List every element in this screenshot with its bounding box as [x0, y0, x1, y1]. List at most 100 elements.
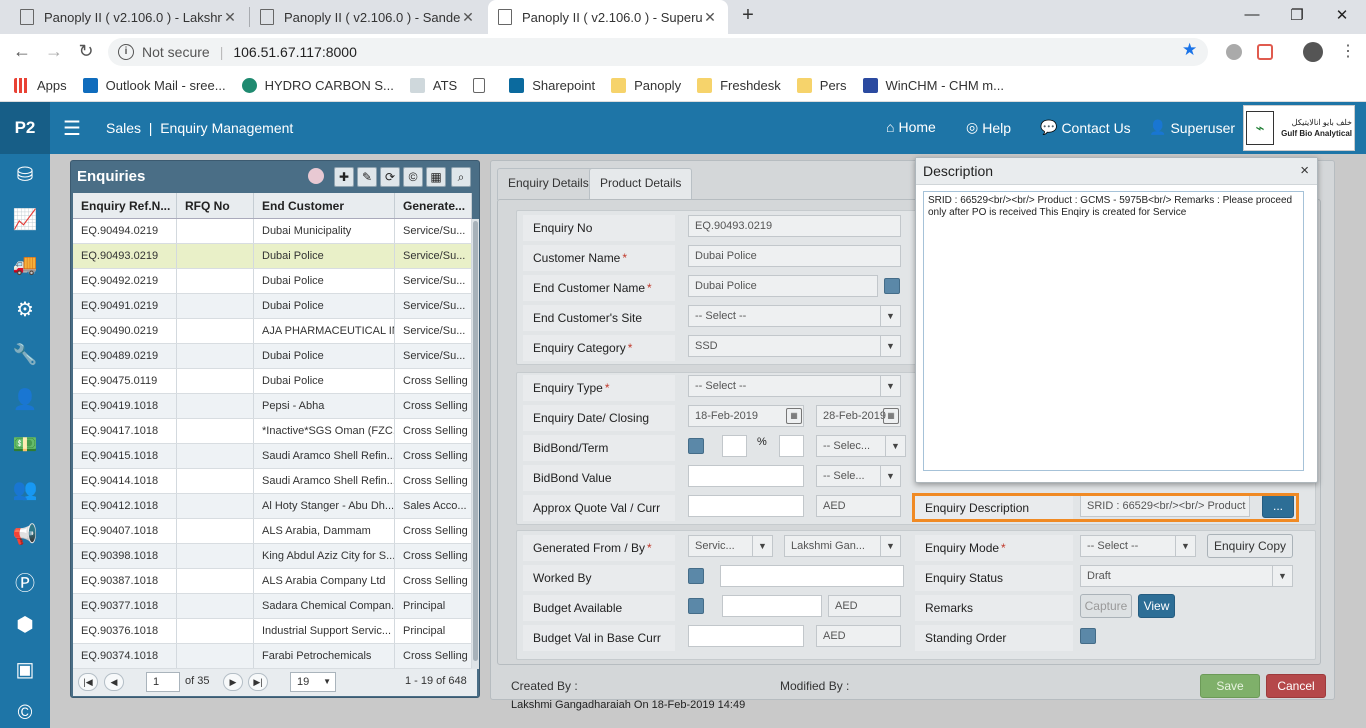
contact-us-link[interactable]: 💬 Contact Us	[1040, 119, 1131, 136]
worked-by-checkbox[interactable]	[688, 568, 704, 584]
bookmark-blank[interactable]	[473, 78, 493, 93]
refresh-icon[interactable]: ⟳	[380, 167, 400, 187]
copyright-tool-icon[interactable]: ©	[403, 167, 423, 187]
customer-name-field[interactable]: Dubai Police	[688, 245, 901, 267]
truck-icon[interactable]: 🚚	[0, 252, 50, 277]
table-row[interactable]: EQ.90415.1018 Saudi Aramco Shell Refin...…	[73, 444, 472, 469]
status-dot-icon[interactable]	[308, 168, 324, 184]
bookmark-winchm[interactable]: WinCHM - CHM m...	[862, 78, 1004, 93]
bidbond-checkbox[interactable]	[688, 438, 704, 454]
enquiry-mode-select[interactable]: -- Select -- ▼	[1080, 535, 1196, 557]
profile-icon[interactable]	[1303, 42, 1323, 62]
tab-enquiry-details[interactable]: Enquiry Details	[497, 168, 600, 200]
prev-page-button[interactable]: ◀	[104, 673, 124, 691]
table-row[interactable]: EQ.90414.1018 Saudi Aramco Shell Refin...…	[73, 469, 472, 494]
bookmark-panoply[interactable]: Panoply	[611, 78, 681, 93]
contact-card-icon[interactable]: ▣	[0, 657, 50, 682]
enquiry-no-field[interactable]: EQ.90493.0219	[688, 215, 901, 237]
money-icon[interactable]: 💵	[0, 432, 50, 457]
bookmark-star-icon[interactable]: ★	[1182, 40, 1197, 60]
bidbond-term-input[interactable]	[779, 435, 804, 457]
browser-tab-2[interactable]: Panoply II ( v2.106.0 ) - Sandeep ✕	[250, 0, 486, 34]
bidbond-percent-input[interactable]	[722, 435, 747, 457]
end-customer-name-field[interactable]: Dubai Police	[688, 275, 878, 297]
search-icon[interactable]: ⌕	[451, 167, 471, 187]
url-input[interactable]: i Not secure | 106.51.67.117:8000	[108, 38, 1208, 66]
extension-icon[interactable]	[1257, 44, 1273, 60]
save-button[interactable]: Save	[1200, 674, 1260, 698]
bookmark-ats[interactable]: ATS	[409, 78, 457, 93]
table-row[interactable]: EQ.90491.0219 Dubai Police Service/Su...	[73, 294, 472, 319]
standing-order-checkbox[interactable]	[1080, 628, 1096, 644]
window-close-icon[interactable]: ✕	[1330, 6, 1354, 24]
page-size-select[interactable]: 19 ▼	[290, 672, 336, 692]
column-header[interactable]: RFQ No	[177, 193, 254, 218]
browser-tab-3[interactable]: Panoply II ( v2.106.0 ) - Superuse ✕	[488, 0, 728, 34]
excel-icon[interactable]: ▦	[426, 167, 446, 187]
table-row[interactable]: EQ.90412.1018 Al Hoty Stanger - Abu Dh...…	[73, 494, 472, 519]
parking-icon[interactable]: Ⓟ	[0, 567, 50, 596]
add-icon[interactable]: ✚	[334, 167, 354, 187]
budget-available-checkbox[interactable]	[688, 598, 704, 614]
table-row[interactable]: EQ.90374.1018 Farabi Petrochemicals Cross …	[73, 644, 472, 669]
closing-date-field[interactable]: 28-Feb-2019 ▦	[816, 405, 901, 427]
bookmark-apps[interactable]: Apps	[14, 78, 67, 93]
bookmark-sharepoint[interactable]: Sharepoint	[509, 78, 595, 93]
enquiry-copy-button[interactable]: Enquiry Copy	[1207, 534, 1293, 558]
forward-icon[interactable]: →	[42, 41, 66, 62]
table-row[interactable]: EQ.90493.0219 Dubai Police Service/Su...	[73, 244, 472, 269]
table-row[interactable]: EQ.90387.1018 ALS Arabia Company Ltd Cross…	[73, 569, 472, 594]
column-header[interactable]: Generate...	[395, 193, 472, 218]
description-textarea[interactable]: SRID : 66529<br/><br/> Product : GCMS - …	[923, 191, 1304, 471]
back-icon[interactable]: ←	[10, 41, 34, 62]
minimize-icon[interactable]: —	[1240, 6, 1264, 23]
extension-icon[interactable]	[1226, 44, 1242, 60]
column-header[interactable]: End Customer	[254, 193, 395, 218]
end-customer-site-select[interactable]: -- Select -- ▼	[688, 305, 901, 327]
bidbond-term-select[interactable]: -- Selec... ▼	[816, 435, 906, 457]
user-menu[interactable]: 👤 Superuser	[1149, 119, 1235, 136]
enquiry-date-field[interactable]: 18-Feb-2019 ▦	[688, 405, 804, 427]
page-number-input[interactable]: 1	[146, 672, 180, 692]
table-row[interactable]: EQ.90490.0219 AJA PHARMACEUTICAL IN... Ser…	[73, 319, 472, 344]
user-icon[interactable]: 👤	[0, 387, 50, 412]
table-row[interactable]: EQ.90494.0219 Dubai Municipality Service/S…	[73, 219, 472, 244]
bidbond-value-input[interactable]	[688, 465, 804, 487]
users-icon[interactable]: 👥	[0, 477, 50, 502]
database-icon[interactable]: ⛁	[0, 162, 50, 187]
budget-currency-field[interactable]: AED	[828, 595, 901, 617]
table-row[interactable]: EQ.90475.0119 Dubai Police Cross Selling	[73, 369, 472, 394]
bookmark-hydrocarbon[interactable]: HYDRO CARBON S...	[241, 78, 394, 93]
help-link[interactable]: ◎ Help	[966, 119, 1011, 136]
budget-base-input[interactable]	[688, 625, 804, 647]
gear-icon[interactable]: ⚙	[0, 297, 50, 322]
table-row[interactable]: EQ.90407.1018 ALS Arabia, Dammam Cross Sel…	[73, 519, 472, 544]
calendar-icon[interactable]: ▦	[883, 408, 899, 424]
column-header[interactable]: Enquiry Ref.N...	[73, 193, 177, 218]
browser-tab-1[interactable]: Panoply II ( v2.106.0 ) - Lakshmi G ✕	[10, 0, 248, 34]
cubes-icon[interactable]: ⬢	[0, 612, 50, 637]
app-logo[interactable]: P2	[0, 102, 50, 154]
edit-icon[interactable]: ✎	[357, 167, 377, 187]
bidbond-currency-select[interactable]: -- Sele... ▼	[816, 465, 901, 487]
worked-by-input[interactable]	[720, 565, 904, 587]
home-link[interactable]: ⌂ Home	[886, 119, 936, 135]
approx-quote-input[interactable]	[688, 495, 804, 517]
close-tab-icon[interactable]: ✕	[222, 9, 238, 26]
last-page-button[interactable]: ▶|	[248, 673, 268, 691]
table-row[interactable]: EQ.90377.1018 Sadara Chemical Compan... Pr…	[73, 594, 472, 619]
bookmark-freshdesk[interactable]: Freshdesk	[697, 78, 781, 93]
bookmark-pers[interactable]: Pers	[796, 78, 847, 93]
generated-from-select[interactable]: Servic... ▼	[688, 535, 773, 557]
close-tab-icon[interactable]: ✕	[702, 9, 718, 26]
table-row[interactable]: EQ.90489.0219 Dubai Police Service/Su...	[73, 344, 472, 369]
generated-by-select[interactable]: Lakshmi Gan... ▼	[784, 535, 901, 557]
info-icon[interactable]: i	[118, 44, 134, 60]
first-page-button[interactable]: |◀	[78, 673, 98, 691]
maximize-icon[interactable]: ❐	[1285, 6, 1309, 24]
close-icon[interactable]: ×	[1300, 162, 1309, 179]
approx-currency-field[interactable]: AED	[816, 495, 901, 517]
tab-product-details[interactable]: Product Details	[589, 168, 693, 200]
wrench-icon[interactable]: 🔧	[0, 342, 50, 367]
enquiry-type-select[interactable]: -- Select -- ▼	[688, 375, 901, 397]
